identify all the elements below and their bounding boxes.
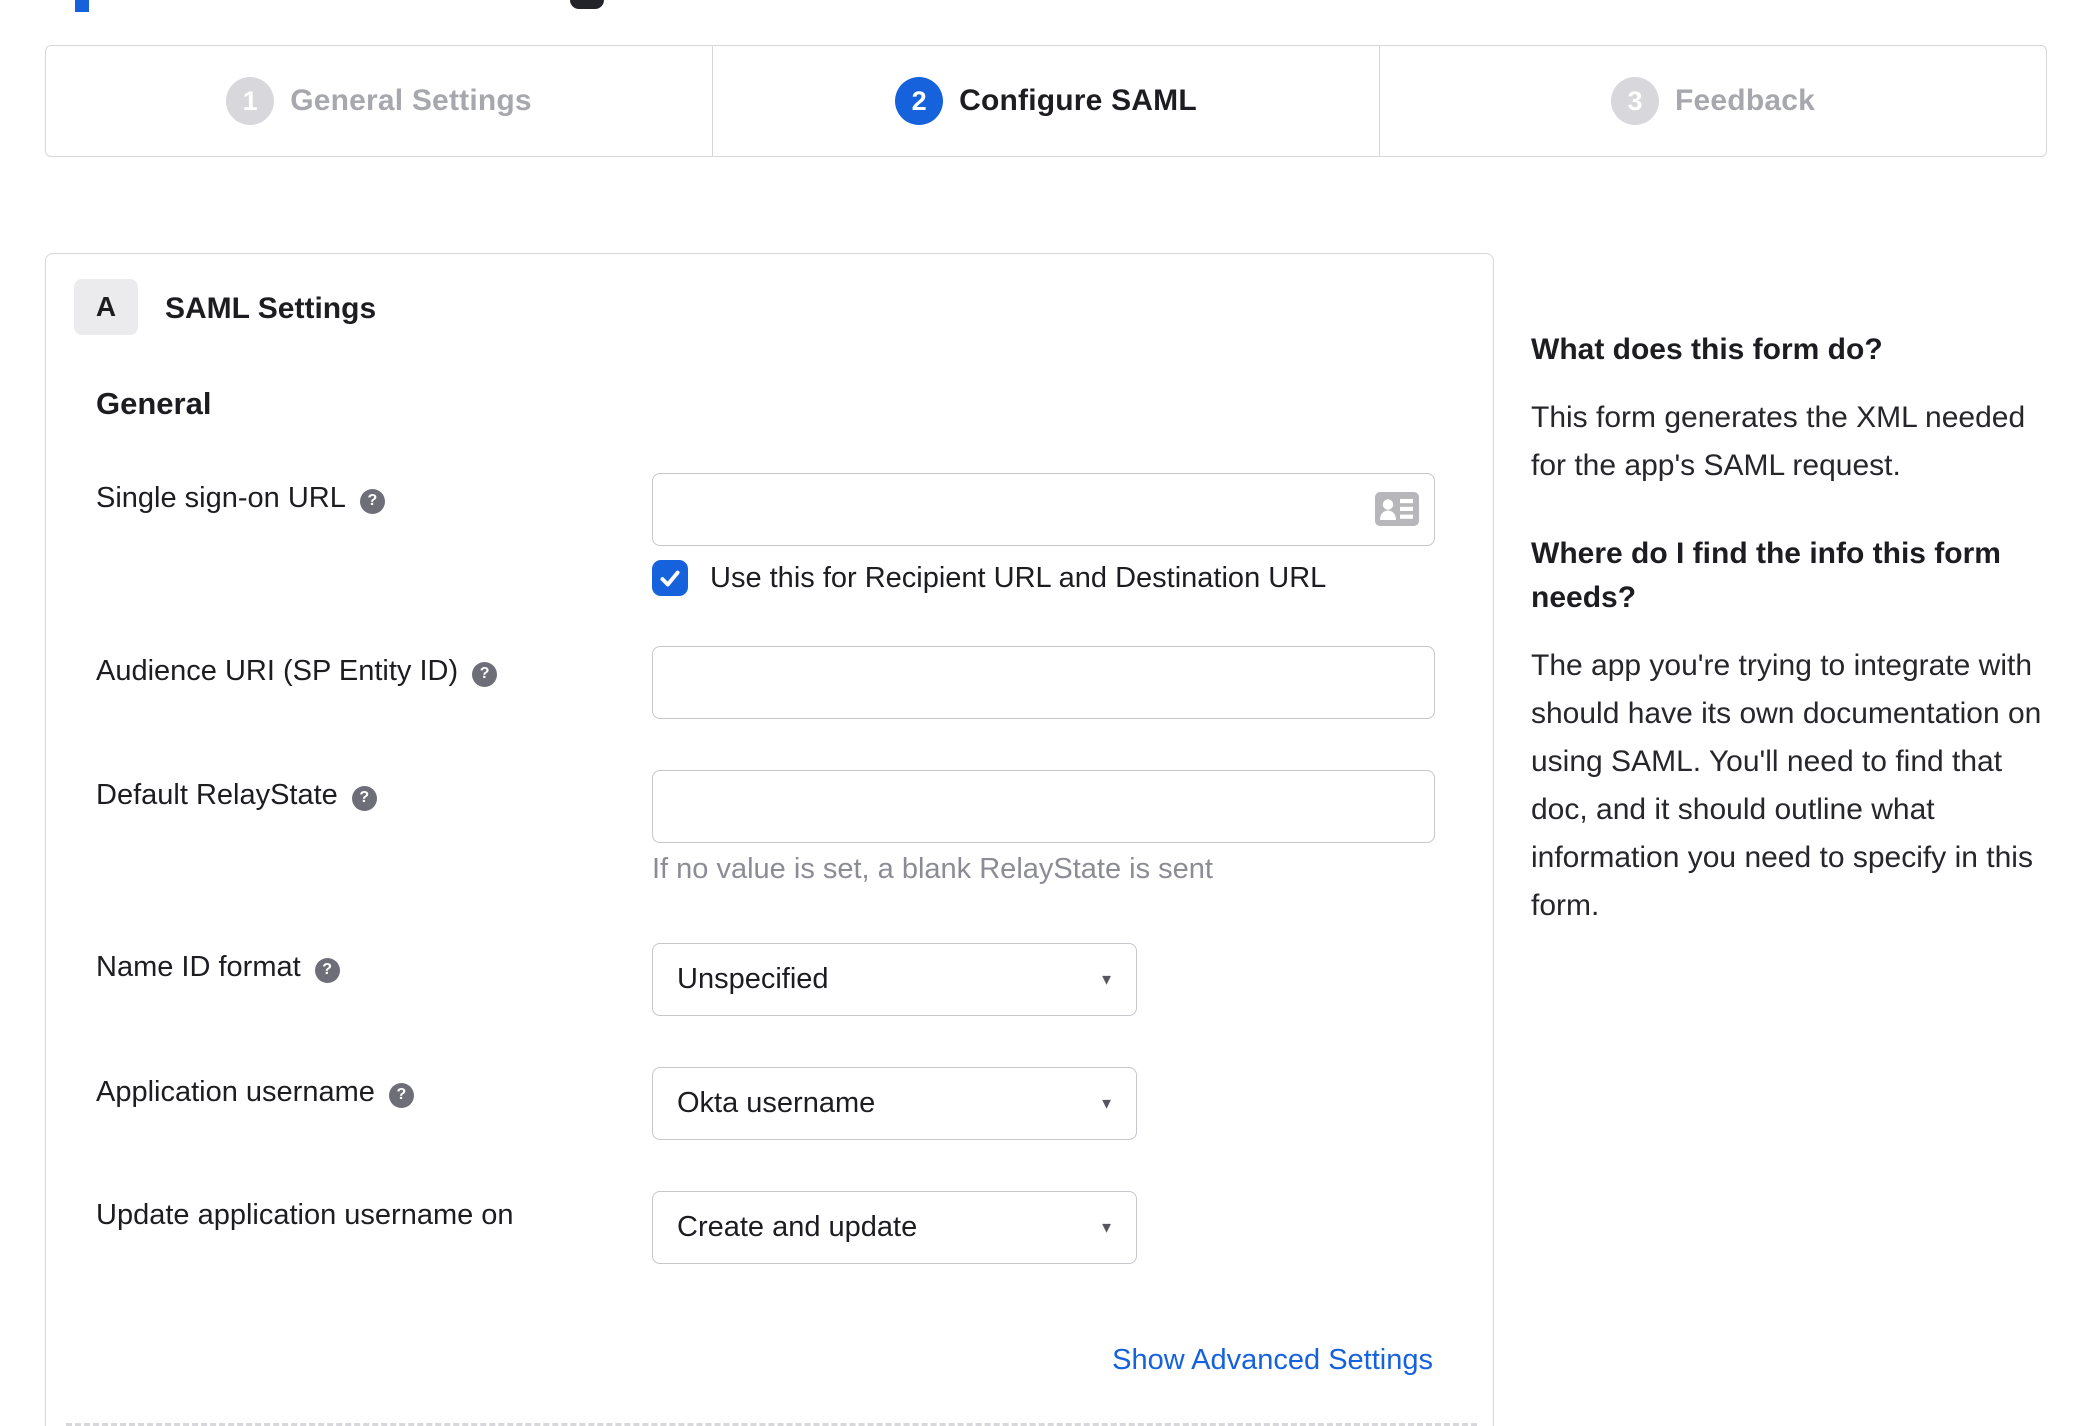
- app-username-select[interactable]: Okta username: [652, 1067, 1137, 1140]
- sidebar-heading: What does this form do?: [1531, 333, 1883, 366]
- saml-settings-panel: A SAML Settings General Single sign-on U…: [45, 253, 1494, 1426]
- checkbox-label: Use this for Recipient URL and Destinati…: [710, 561, 1327, 594]
- chevron-down-icon: [1099, 971, 1114, 988]
- contact-card-icon[interactable]: [1375, 492, 1419, 526]
- step-label: Feedback: [1675, 84, 1815, 117]
- relay-state-hint: If no value is set, a blank RelayState i…: [652, 853, 1213, 885]
- update-username-label: Update application username on: [96, 1199, 514, 1231]
- recipient-destination-row: Use this for Recipient URL and Destinati…: [652, 560, 1326, 596]
- section-title: SAML Settings: [165, 292, 377, 325]
- step-feedback[interactable]: 3 Feedback: [1379, 46, 2046, 156]
- help-icon[interactable]: [314, 957, 340, 983]
- section-a-badge: A: [74, 279, 138, 335]
- name-id-format-label: Name ID format: [96, 951, 340, 984]
- help-icon[interactable]: [359, 488, 385, 514]
- show-advanced-settings-link[interactable]: Show Advanced Settings: [1112, 1344, 1433, 1377]
- step-configure-saml[interactable]: 2 Configure SAML: [712, 46, 1379, 156]
- sidebar-heading: Where do I find the info this form needs…: [1531, 537, 2001, 614]
- sso-url-field-wrap: [652, 473, 1435, 546]
- help-icon[interactable]: [351, 785, 377, 811]
- cutoff-blue-fragment: [75, 0, 89, 12]
- help-sidebar: What does this form do? This form genera…: [1531, 328, 2043, 972]
- step-label: Configure SAML: [959, 84, 1197, 117]
- checkmark-icon: [660, 570, 680, 587]
- step-number-badge: 1: [226, 77, 275, 125]
- chevron-down-icon: [1099, 1095, 1114, 1112]
- relay-state-input[interactable]: [652, 770, 1435, 843]
- help-icon[interactable]: [472, 661, 498, 687]
- update-username-select[interactable]: Create and update: [652, 1191, 1137, 1264]
- cutoff-icon-fragment: [570, 0, 604, 9]
- select-value: Unspecified: [677, 963, 829, 995]
- sidebar-paragraph: The app you're trying to integrate with …: [1531, 649, 2042, 922]
- sidebar-paragraph: This form generates the XML needed for t…: [1531, 401, 2026, 482]
- audience-uri-label: Audience URI (SP Entity ID): [96, 655, 498, 688]
- select-value: Create and update: [677, 1211, 918, 1243]
- recipient-destination-checkbox[interactable]: [652, 560, 688, 596]
- general-group-heading: General: [96, 386, 212, 421]
- step-general-settings[interactable]: 1 General Settings: [46, 46, 712, 156]
- sso-url-label: Single sign-on URL: [96, 482, 385, 515]
- step-number-badge: 2: [895, 77, 944, 125]
- chevron-down-icon: [1099, 1219, 1114, 1236]
- help-icon[interactable]: [388, 1082, 414, 1108]
- app-username-label: Application username: [96, 1076, 414, 1109]
- audience-uri-input[interactable]: [652, 646, 1435, 719]
- step-label: General Settings: [290, 84, 532, 117]
- step-number-badge: 3: [1611, 77, 1659, 125]
- name-id-format-select[interactable]: Unspecified: [652, 943, 1137, 1016]
- select-value: Okta username: [677, 1087, 876, 1119]
- wizard-stepper: 1 General Settings 2 Configure SAML 3 Fe…: [45, 45, 2047, 157]
- sso-url-input[interactable]: [652, 473, 1435, 546]
- relay-state-label: Default RelayState: [96, 779, 377, 812]
